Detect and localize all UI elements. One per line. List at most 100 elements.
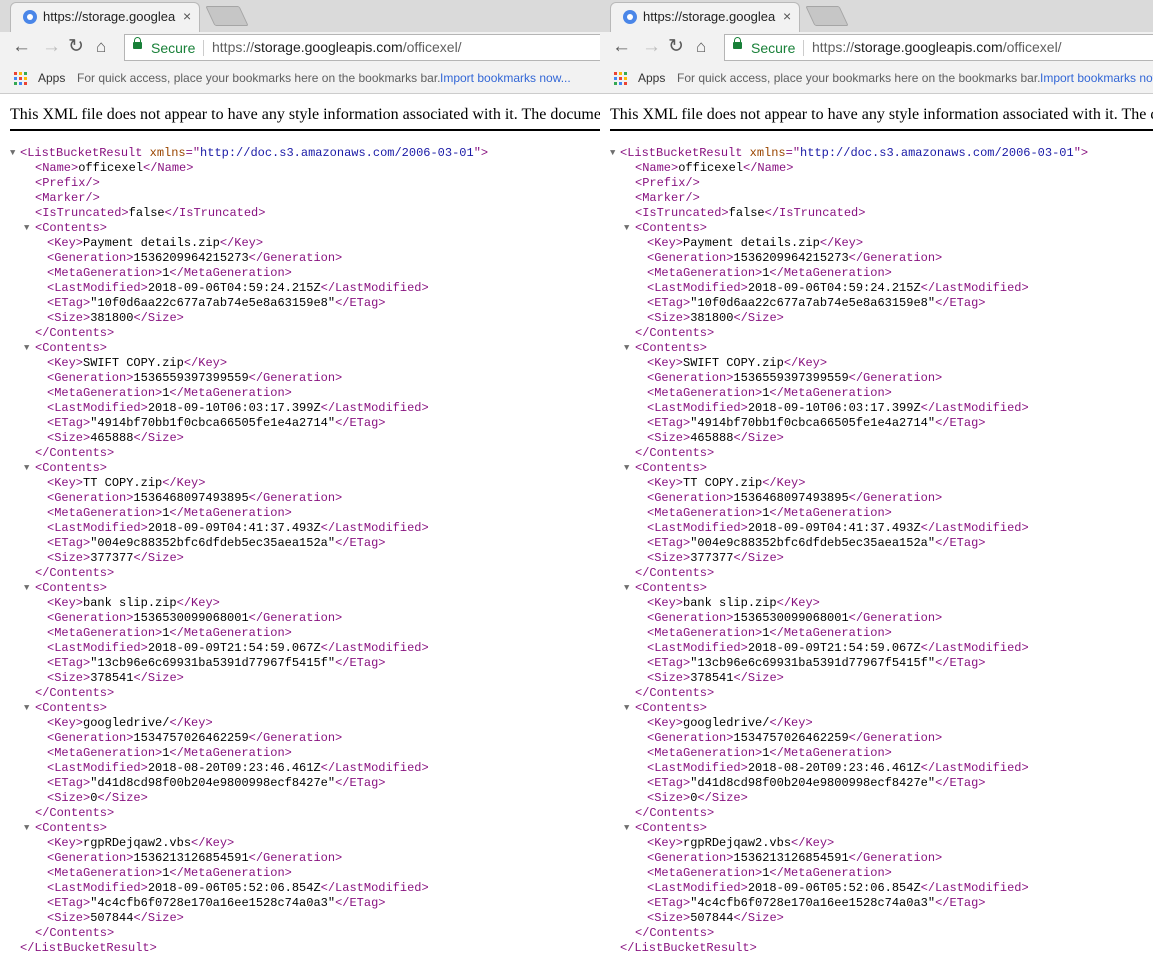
security-indicator[interactable]: Secure <box>151 40 195 56</box>
xml-line: <Size>0</Size> <box>600 791 1153 806</box>
xml-open-tag: <Contents> <box>635 701 708 715</box>
xml-line: <MetaGeneration>1</MetaGeneration> <box>0 746 600 761</box>
xml-close-tag: </ETag> <box>335 536 386 550</box>
home-icon[interactable]: ⌂ <box>696 35 706 59</box>
xml-close-tag: </Size> <box>733 551 784 565</box>
reload-icon[interactable]: ↻ <box>668 35 684 59</box>
xml-line: <MetaGeneration>1</MetaGeneration> <box>0 866 600 881</box>
xml-value: 1536468097493895 <box>133 491 249 505</box>
collapse-toggle-icon[interactable]: ▼ <box>624 461 629 476</box>
collapse-toggle-icon[interactable]: ▼ <box>24 461 29 476</box>
apps-shortcut[interactable]: Apps <box>38 71 65 85</box>
back-arrow-icon[interactable]: ← <box>612 35 631 59</box>
xml-line: ▼ <Contents> <box>0 581 600 596</box>
xml-line: <LastModified>2018-09-09T04:41:37.493Z</… <box>0 521 600 536</box>
new-tab-button[interactable] <box>805 6 849 26</box>
apps-grid-icon[interactable] <box>614 72 628 86</box>
xml-value: bank slip.zip <box>683 596 777 610</box>
collapse-toggle-icon[interactable]: ▼ <box>624 581 629 596</box>
url-text[interactable]: https://storage.googleapis.com/officexel… <box>812 39 1062 55</box>
collapse-toggle-icon[interactable]: ▼ <box>624 341 629 356</box>
xml-line: <ETag>"13cb96e6c69931ba5391d77967f5415f"… <box>0 656 600 671</box>
import-bookmarks-link[interactable]: Import bookmarks now... <box>440 71 571 85</box>
xml-open-tag: <LastModified> <box>647 761 748 775</box>
xml-close-tag: </ETag> <box>935 296 986 310</box>
xml-open-tag: <ListBucketResult <box>20 146 150 160</box>
browser-tab[interactable]: https://storage.googleapis.com/officexel… <box>10 2 200 32</box>
close-tab-button[interactable]: × <box>183 8 191 24</box>
new-tab-button[interactable] <box>205 6 249 26</box>
collapse-toggle-icon[interactable]: ▼ <box>624 821 629 836</box>
collapse-toggle-icon[interactable]: ▼ <box>24 821 29 836</box>
xml-value: 1536468097493895 <box>733 491 849 505</box>
home-icon[interactable]: ⌂ <box>96 35 106 59</box>
xml-line: <IsTruncated>false</IsTruncated> <box>600 206 1153 221</box>
browser-tab[interactable]: https://storage.googleapis.com/officexel… <box>610 2 800 32</box>
xml-close-tag: </LastModified> <box>320 641 429 655</box>
xml-punct: "> <box>1073 146 1089 160</box>
collapse-toggle-icon[interactable]: ▼ <box>10 146 15 161</box>
back-arrow-icon[interactable]: ← <box>12 35 31 59</box>
collapse-toggle-icon[interactable]: ▼ <box>610 146 615 161</box>
xml-close-tag: </Contents> <box>635 686 715 700</box>
xml-line: <MetaGeneration>1</MetaGeneration> <box>0 386 600 401</box>
close-tab-button[interactable]: × <box>783 8 791 24</box>
forward-arrow-icon[interactable]: → <box>42 35 61 59</box>
xml-line: <Key>SWIFT COPY.zip</Key> <box>600 356 1153 371</box>
xml-value: SWIFT COPY.zip <box>83 356 184 370</box>
xml-value: 1536213126854591 <box>733 851 849 865</box>
apps-shortcut[interactable]: Apps <box>638 71 665 85</box>
xml-attribute-value: http://doc.s3.amazonaws.com/2006-03-01 <box>200 146 474 160</box>
xml-punct: =" <box>185 146 201 160</box>
forward-arrow-icon[interactable]: → <box>642 35 661 59</box>
xml-close-tag: </MetaGeneration> <box>169 866 292 880</box>
xml-open-tag: <Generation> <box>47 731 134 745</box>
xml-close-tag: </MetaGeneration> <box>169 386 292 400</box>
xml-close-tag: </ETag> <box>335 416 386 430</box>
xml-close-tag: </Generation> <box>848 611 943 625</box>
collapse-toggle-icon[interactable]: ▼ <box>624 221 629 236</box>
import-bookmarks-link[interactable]: Import bookmarks now... <box>1040 71 1153 85</box>
xml-open-tag: <Generation> <box>47 611 134 625</box>
collapse-toggle-icon[interactable]: ▼ <box>24 581 29 596</box>
collapse-toggle-icon[interactable]: ▼ <box>24 701 29 716</box>
apps-grid-icon[interactable] <box>14 72 28 86</box>
xml-value: 465888 <box>690 431 734 445</box>
xml-open-tag: <ETag> <box>647 296 691 310</box>
xml-line: <Generation>1536468097493895</Generation… <box>0 491 600 506</box>
xml-line: </Contents> <box>600 686 1153 701</box>
xml-value: 378541 <box>690 671 734 685</box>
xml-close-tag: </ETag> <box>935 536 986 550</box>
xml-close-tag: </MetaGeneration> <box>169 626 292 640</box>
xml-open-tag: <Size> <box>647 791 691 805</box>
xml-open-tag: <Size> <box>47 911 91 925</box>
xml-line: <ETag>"10f0d6aa22c677a7ab74e5e8a63159e8"… <box>0 296 600 311</box>
xml-open-tag: <MetaGeneration> <box>647 506 763 520</box>
xml-line: <Generation>1536468097493895</Generation… <box>600 491 1153 506</box>
xml-document-tree: ▼ <ListBucketResult xmlns="http://doc.s3.… <box>0 146 600 956</box>
address-bar[interactable]: Secure https://storage.googleapis.com/of… <box>124 34 600 61</box>
collapse-toggle-icon[interactable]: ▼ <box>24 221 29 236</box>
xml-line: <Generation>1536530099068001</Generation… <box>600 611 1153 626</box>
xml-line: <MetaGeneration>1</MetaGeneration> <box>600 266 1153 281</box>
xml-line: <Marker/> <box>0 191 600 206</box>
collapse-toggle-icon[interactable]: ▼ <box>24 341 29 356</box>
xml-open-tag: <Size> <box>647 911 691 925</box>
xml-value: 2018-09-09T04:41:37.493Z <box>147 521 321 535</box>
address-bar[interactable]: Secure https://storage.googleapis.com/of… <box>724 34 1153 61</box>
collapse-toggle-icon[interactable]: ▼ <box>624 701 629 716</box>
xml-line: <LastModified>2018-09-10T06:03:17.399Z</… <box>600 401 1153 416</box>
xml-line: <Generation>1536559397399559</Generation… <box>0 371 600 386</box>
reload-icon[interactable]: ↻ <box>68 35 84 59</box>
xml-close-tag: </Generation> <box>848 851 943 865</box>
security-indicator[interactable]: Secure <box>751 40 795 56</box>
xml-line: </Contents> <box>0 326 600 341</box>
url-text[interactable]: https://storage.googleapis.com/officexel… <box>212 39 462 55</box>
xml-attribute-name: xmlns <box>749 146 786 160</box>
xml-close-tag: </LastModified> <box>920 641 1029 655</box>
xml-line: ▼ <Contents> <box>0 821 600 836</box>
xml-close-tag: </MetaGeneration> <box>769 626 892 640</box>
xml-value: 465888 <box>90 431 134 445</box>
xml-value: Payment details.zip <box>683 236 820 250</box>
xml-close-tag: </Contents> <box>35 566 115 580</box>
